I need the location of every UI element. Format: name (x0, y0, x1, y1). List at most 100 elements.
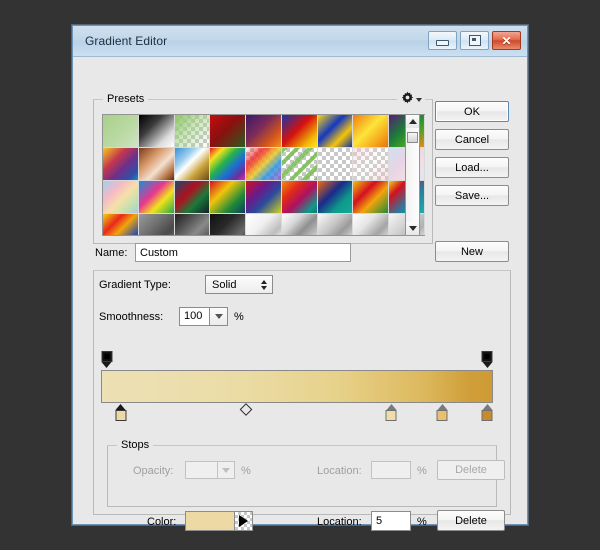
name-label: Name: (95, 247, 127, 259)
chevron-down-icon (215, 314, 223, 319)
opacity-location-percent-label: % (417, 465, 427, 477)
restore-button[interactable] (460, 31, 489, 50)
preset-swatch-green-to-transparent[interactable] (175, 115, 211, 148)
minimize-button[interactable] (428, 31, 457, 50)
preset-swatch-orange-yellow-orange[interactable] (353, 115, 389, 148)
opacity-location-input (371, 461, 411, 479)
stops-group-title: Stops (117, 439, 153, 451)
preset-swatch-transparent-rainbow[interactable] (246, 148, 282, 181)
preset-swatch-orange-navy-teal[interactable] (318, 181, 354, 214)
gradient-editor-dialog: Gradient Editor ✕ Presets (72, 25, 528, 525)
color-stop-4[interactable] (481, 404, 494, 422)
smoothness-dropdown-button[interactable] (209, 307, 228, 326)
gradient-type-label: Gradient Type: (99, 279, 171, 291)
preset-swatch-green-red-dark[interactable] (175, 181, 211, 214)
dialog-title: Gradient Editor (85, 34, 167, 48)
preset-swatch-pastel-rainbow[interactable] (103, 181, 139, 214)
chevron-down-icon (222, 468, 230, 473)
opacity-dropdown-button (217, 461, 235, 479)
preset-swatch-steel-gray[interactable] (175, 214, 211, 236)
name-input[interactable] (135, 243, 351, 262)
opacity-stop-right[interactable] (481, 351, 494, 369)
preset-swatch-transparent-stripes-green[interactable] (282, 148, 318, 181)
new-button[interactable]: New (435, 241, 509, 262)
scroll-down-button[interactable] (406, 222, 419, 235)
color-stop-2[interactable] (385, 404, 398, 422)
color-stop-square (115, 410, 126, 421)
opacity-stop-left[interactable] (100, 351, 113, 369)
preset-swatch-yellow-red-green[interactable] (353, 181, 389, 214)
restore-icon (469, 35, 481, 46)
preset-swatch-foreground-to-transparent-green[interactable] (103, 115, 139, 148)
preset-swatch-silver-gradient-2[interactable] (318, 214, 354, 236)
title-bar[interactable]: Gradient Editor ✕ (73, 26, 527, 57)
save-button[interactable]: Save... (435, 185, 509, 206)
preset-swatch-silver-dark[interactable] (139, 214, 175, 236)
opacity-delete-button: Delete (437, 460, 505, 480)
color-stop-3[interactable] (436, 404, 449, 422)
preset-swatch-blue-yellow-blue[interactable] (318, 115, 354, 148)
opacity-stop-pointer (102, 362, 112, 368)
updown-arrows-icon (261, 280, 267, 290)
chevron-down-icon (416, 98, 422, 102)
preset-swatch-violet-orange[interactable] (246, 115, 282, 148)
opacity-label: Opacity: (133, 465, 173, 477)
preset-swatch-blue-pink-green[interactable] (139, 181, 175, 214)
presets-group-title: Presets (103, 93, 148, 105)
preset-swatch-rainbow-bright[interactable] (103, 214, 139, 236)
preset-swatch-black-silver[interactable] (210, 214, 246, 236)
scroll-up-button[interactable] (406, 115, 419, 128)
presets-scrollbar[interactable] (405, 114, 420, 236)
color-swatch-fill (186, 512, 234, 530)
smoothness-label: Smoothness: (99, 311, 163, 323)
preset-swatch-red-purple-yellow[interactable] (246, 181, 282, 214)
opacity-location-label: Location: (317, 465, 362, 477)
opacity-percent-label: % (241, 465, 251, 477)
preset-swatch-orange-teal[interactable] (282, 181, 318, 214)
cancel-button[interactable]: Cancel (435, 129, 509, 150)
preset-swatch-yellow-violet-orange-blue[interactable] (103, 148, 139, 181)
preset-swatch-chrome[interactable] (175, 148, 211, 181)
presets-menu-button[interactable] (397, 91, 425, 104)
color-location-input[interactable]: 5 (371, 511, 411, 531)
opacity-stop-square (482, 351, 493, 362)
smoothness-percent-label: % (234, 311, 244, 323)
preset-swatch-overlay (353, 148, 388, 180)
dialog-body: Presets (73, 57, 527, 525)
gear-icon (401, 91, 414, 104)
load-button[interactable]: Load... (435, 157, 509, 178)
preset-swatch-silver-light[interactable] (246, 214, 282, 236)
preset-swatch-black-to-white[interactable] (139, 115, 175, 148)
triangle-right-icon (239, 515, 248, 527)
color-dropdown-button[interactable] (235, 511, 253, 531)
minimize-icon (436, 40, 449, 46)
color-delete-button[interactable]: Delete (437, 510, 505, 531)
presets-swatch-grid[interactable] (102, 114, 425, 236)
preset-swatch-blue-red-yellow[interactable] (282, 115, 318, 148)
color-stop-square (386, 410, 397, 421)
preset-swatch-silver-gradient-3[interactable] (353, 214, 389, 236)
preset-swatch-copper[interactable] (139, 148, 175, 181)
presets-group: Presets (93, 99, 433, 244)
preset-swatch-transparent-pink-soft[interactable] (353, 148, 389, 181)
color-stop-square (482, 410, 493, 421)
close-button[interactable]: ✕ (492, 31, 521, 50)
gradient-type-select[interactable]: Solid (205, 275, 273, 294)
scrollbar-thumb[interactable] (407, 132, 418, 143)
color-label: Color: (147, 516, 176, 528)
close-icon: ✕ (501, 35, 511, 47)
preset-swatch-overlay (282, 148, 317, 180)
color-stop-1[interactable] (114, 404, 127, 422)
preset-swatch-overlay (246, 148, 281, 180)
ok-button[interactable]: OK (435, 101, 509, 122)
preset-swatch-spectrum[interactable] (210, 148, 246, 181)
smoothness-input[interactable]: 100 (179, 307, 209, 326)
opacity-stop-square (101, 351, 112, 362)
gradient-preview-bar[interactable] (101, 370, 493, 403)
preset-swatch-silver-shine[interactable] (282, 214, 318, 236)
color-swatch-button[interactable] (185, 511, 235, 531)
preset-swatch-red-yellow-green[interactable] (210, 181, 246, 214)
preset-swatch-overlay (318, 148, 353, 180)
preset-swatch-red-to-dark-green[interactable] (210, 115, 246, 148)
preset-swatch-transparent-to-transparent[interactable] (318, 148, 354, 181)
